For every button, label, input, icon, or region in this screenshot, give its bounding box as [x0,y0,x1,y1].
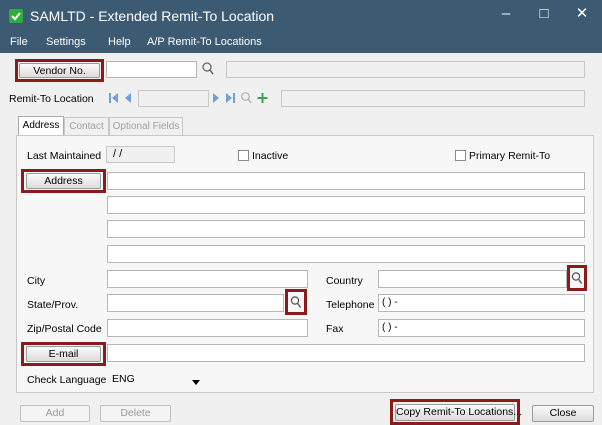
vendor-button-highlight: Vendor No. [15,59,104,82]
email-button-highlight: E-mail [21,342,106,366]
menu-help[interactable]: Help [108,36,131,48]
new-record-icon[interactable] [256,91,269,106]
primary-remit-checkbox[interactable] [455,150,466,161]
inactive-checkbox[interactable] [238,150,249,161]
last-maintained-label: Last Maintained [27,150,102,162]
address-button-highlight: Address [21,169,106,193]
add-button[interactable]: Add [20,405,90,422]
country-input[interactable] [378,270,567,288]
app-icon [9,9,23,23]
vendor-description-field [226,61,585,78]
first-record-icon[interactable] [109,92,119,107]
check-language-label: Check Language [27,374,107,386]
fax-input[interactable]: ( ) - [378,319,585,337]
window-title: SAMLTD - Extended Remit-To Location [30,8,275,24]
state-label: State/Prov. [27,299,79,311]
telephone-input[interactable]: ( ) - [378,294,585,312]
tab-optional-fields[interactable]: Optional Fields [109,117,183,135]
zip-label: Zip/Postal Code [27,323,102,335]
close-window-button[interactable]: ✕ [564,4,600,26]
inactive-label: Inactive [252,150,289,162]
primary-remit-label: Primary Remit-To [469,150,551,162]
remit-to-input[interactable] [138,90,209,107]
copy-remit-locations-button[interactable]: Copy Remit-To Locations... [395,404,522,421]
country-label: Country [326,275,363,287]
vendor-no-input[interactable] [106,61,197,78]
chevron-down-icon [192,376,200,388]
last-maintained-field: / / [106,146,175,163]
remit-to-label: Remit-To Location [9,93,94,105]
delete-button[interactable]: Delete [100,405,171,422]
city-input[interactable] [107,270,308,288]
remit-finder-icon[interactable] [240,91,253,106]
menu-remit-locations[interactable]: A/P Remit-To Locations [147,36,262,48]
country-finder-icon[interactable] [571,271,583,286]
vendor-no-button[interactable]: Vendor No. [19,63,100,78]
previous-record-icon[interactable] [124,92,132,107]
check-language-select[interactable]: ENG [108,370,201,387]
fax-label: Fax [326,323,344,335]
address-line-4[interactable] [107,245,585,263]
menu-file[interactable]: File [10,36,28,48]
state-finder-highlight [285,289,307,315]
last-record-icon[interactable] [225,92,235,107]
title-bar: SAMLTD - Extended Remit-To Location – □ … [0,0,602,33]
tab-address[interactable]: Address [18,116,64,135]
country-finder-highlight [567,265,587,291]
state-finder-icon[interactable] [290,295,302,310]
menu-settings[interactable]: Settings [46,36,86,48]
remit-to-description-field [281,90,585,107]
address-button[interactable]: Address [26,173,101,189]
address-line-2[interactable] [107,196,585,214]
minimize-button[interactable]: – [488,4,524,26]
zip-input[interactable] [107,319,308,337]
tab-contact[interactable]: Contact [64,117,109,135]
next-record-icon[interactable] [212,92,220,107]
maximize-button[interactable]: □ [526,4,562,26]
telephone-label: Telephone [326,299,375,311]
menu-bar: File Settings Help A/P Remit-To Location… [0,33,602,53]
email-input[interactable] [107,344,585,362]
city-label: City [27,275,46,287]
close-button[interactable]: Close [532,405,594,422]
address-line-3[interactable] [107,220,585,238]
check-language-value: ENG [112,373,135,385]
email-button[interactable]: E-mail [26,346,101,362]
state-input[interactable] [107,294,284,312]
address-line-1[interactable] [107,172,585,190]
vendor-finder-icon[interactable] [201,61,215,77]
copy-button-highlight: Copy Remit-To Locations... [390,399,522,425]
